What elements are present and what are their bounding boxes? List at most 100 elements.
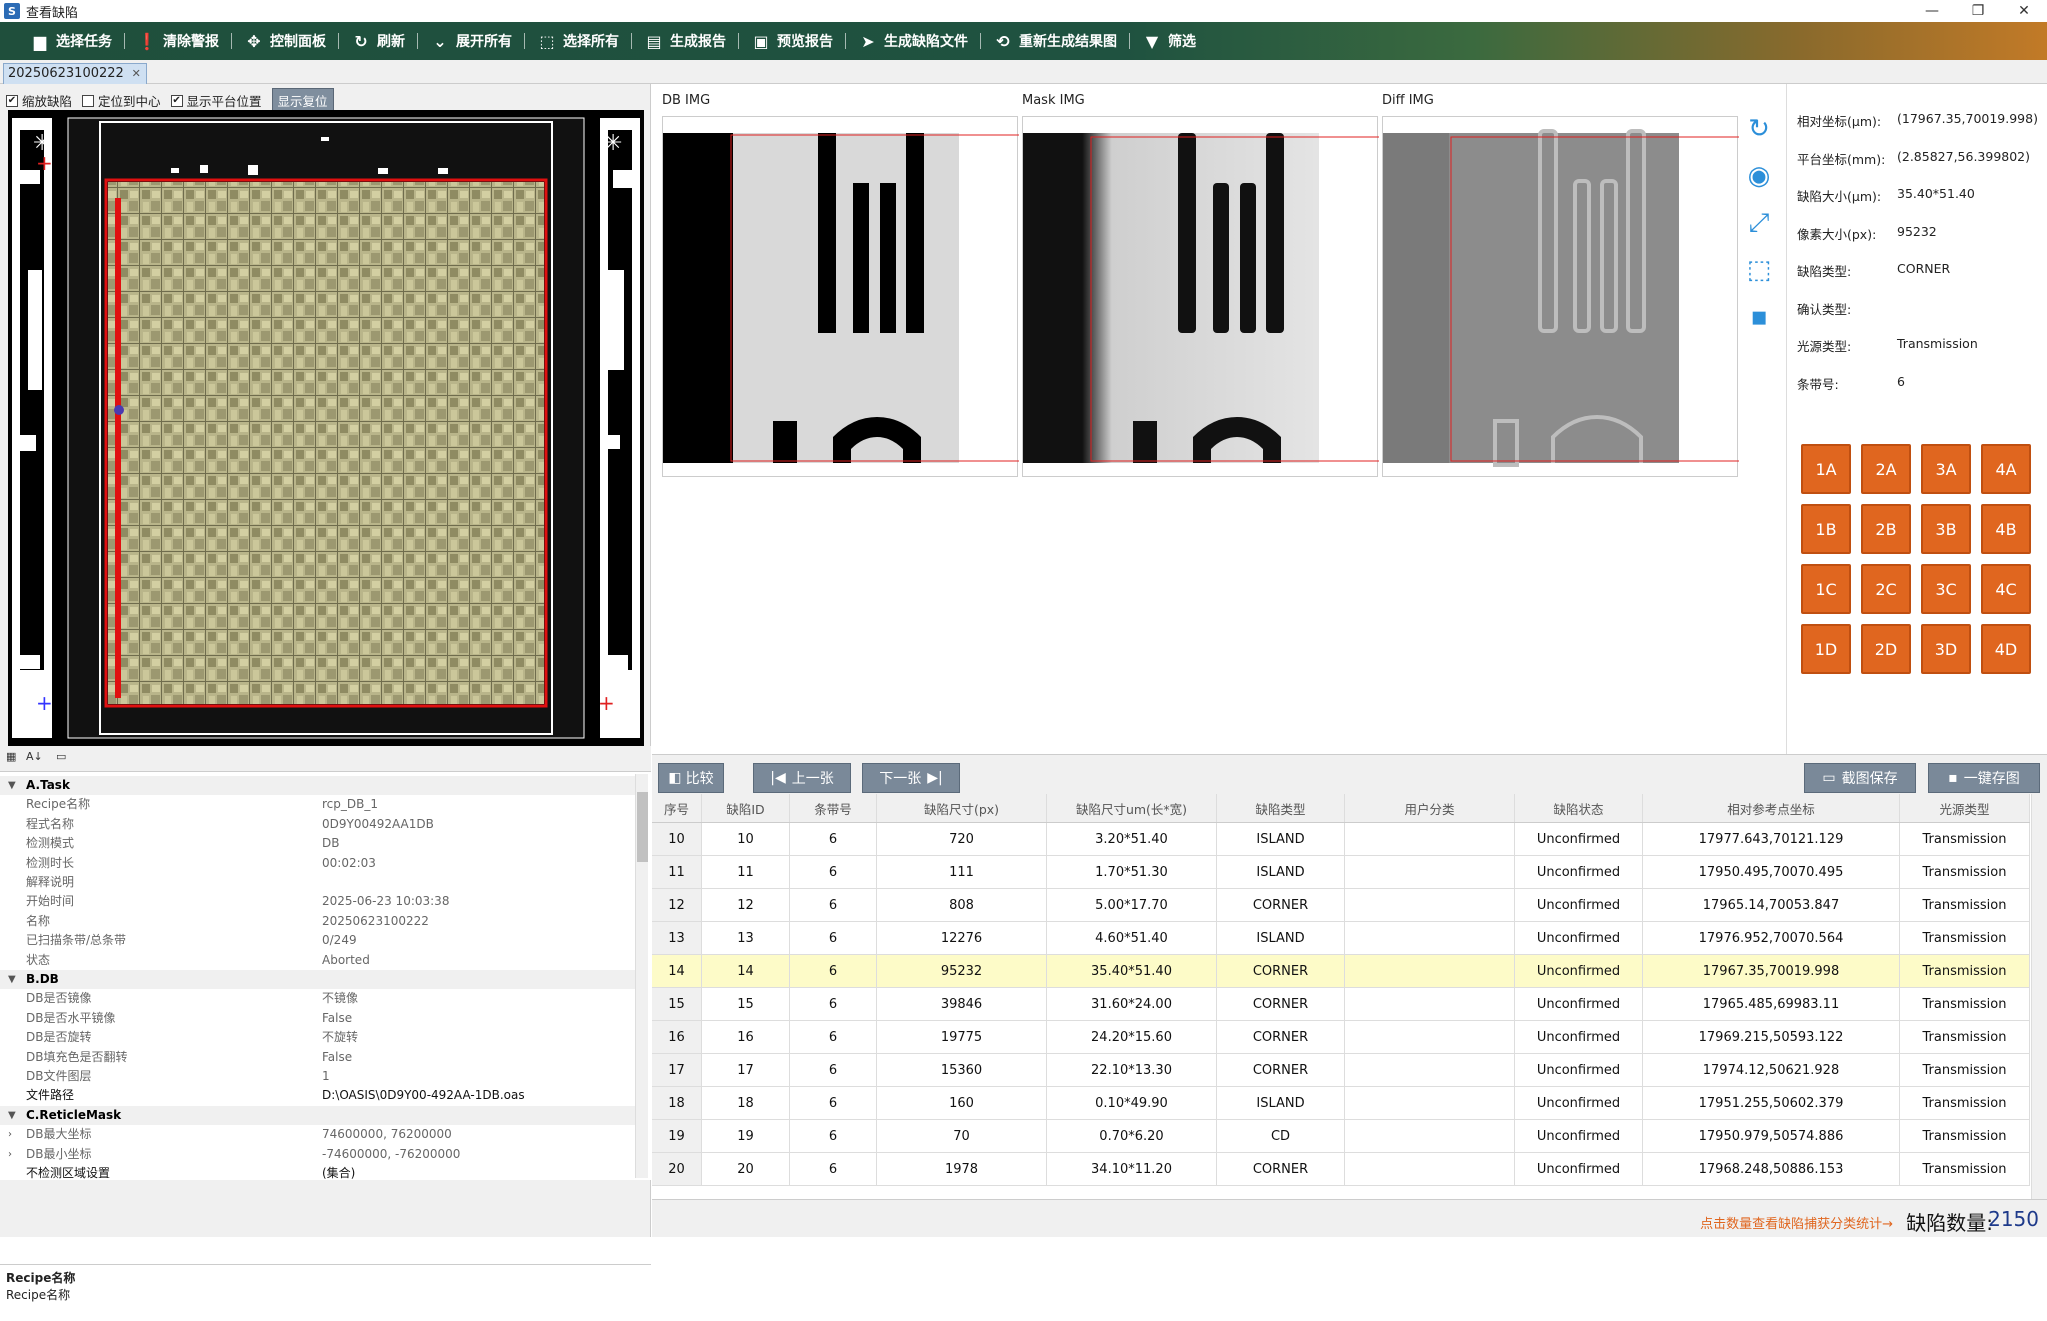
property-row[interactable]: 解释说明: [0, 873, 636, 892]
defect-table[interactable]: 序号 缺陷ID 条带号 缺陷尺寸(px) 缺陷尺寸um(长*宽) 缺陷类型 用户分类 缺陷状态…: [652, 794, 2030, 1199]
zoom-defect-checkbox[interactable]: ✔ 缩放缺陷: [6, 91, 72, 110]
mask-image-viewer[interactable]: [1022, 116, 1382, 477]
table-row[interactable]: 12 12 6 808 5.00*17.70 CORNER Unconfirmed 17965…: [652, 889, 2030, 922]
property-row[interactable]: 文件路径 D:\OASIS\0D9Y00-492AA-1DB.oas: [0, 1086, 636, 1105]
tab-close-icon[interactable]: ✕: [132, 64, 141, 84]
region-button-4c[interactable]: 4C: [1981, 564, 2031, 614]
region-button-2c[interactable]: 2C: [1861, 564, 1911, 614]
region-button-3b[interactable]: 3B: [1921, 504, 1971, 554]
property-row[interactable]: Recipe名称 rcp_DB_1: [0, 795, 636, 814]
region-button-4a[interactable]: 4A: [1981, 444, 2031, 494]
property-row[interactable]: 检测时长 00:02:03: [0, 854, 636, 873]
table-row[interactable]: 17 17 6 15360 22.10*13.30 CORNER Unconfirmed 17…: [652, 1054, 2030, 1087]
categorized-view-icon[interactable]: ▦: [6, 750, 24, 768]
property-grid[interactable]: ▼ A.Task Recipe名称 rcp_DB_1 程式名称 0D9Y00492AA1D…: [0, 772, 651, 1180]
region-button-1b[interactable]: 1B: [1801, 504, 1851, 554]
select-region-icon[interactable]: ⬚: [1744, 255, 1774, 285]
column-header[interactable]: 缺陷尺寸um(长*宽): [1047, 794, 1217, 822]
screenshot-save-button[interactable]: ▭ 截图保存: [1804, 763, 1916, 793]
table-row[interactable]: 13 13 6 12276 4.60*51.40 ISLAND Unconfirmed 179…: [652, 922, 2030, 955]
fit-screen-icon[interactable]: ⤢: [1744, 208, 1774, 238]
toolbar-button-send[interactable]: ➤ 生成缺陷文件: [846, 22, 980, 60]
column-header[interactable]: 缺陷状态: [1515, 794, 1643, 822]
table-row[interactable]: 16 16 6 19775 24.20*15.60 CORNER Unconfirmed 17…: [652, 1021, 2030, 1054]
toolbar-button-chevron-down[interactable]: ⌄ 展开所有: [418, 22, 524, 60]
collapse-icon[interactable]: ▼: [8, 776, 16, 795]
toolbar-button-image-regen[interactable]: ⟲ 重新生成结果图: [981, 22, 1129, 60]
property-row[interactable]: 状态 Aborted: [0, 951, 636, 970]
property-row[interactable]: 开始时间 2025-06-23 10:03:38: [0, 892, 636, 911]
diff-image-viewer[interactable]: [1382, 116, 1742, 477]
toolbar-button-control-panel[interactable]: ✥ 控制面板: [232, 22, 338, 60]
collapse-icon[interactable]: ▼: [8, 1106, 16, 1125]
scrollbar-thumb[interactable]: [637, 792, 648, 862]
property-category[interactable]: ▼ C.ReticleMask: [0, 1105, 636, 1125]
column-header[interactable]: 序号: [652, 794, 702, 822]
column-header[interactable]: 光源类型: [1900, 794, 2030, 822]
property-row[interactable]: DB是否旋转 不旋转: [0, 1028, 636, 1047]
region-button-3c[interactable]: 3C: [1921, 564, 1971, 614]
column-header[interactable]: 缺陷类型: [1217, 794, 1345, 822]
property-row[interactable]: › DB最小坐标 -74600000, -76200000: [0, 1145, 636, 1164]
save-all-images-button[interactable]: ▪ 一键存图: [1928, 763, 2040, 793]
toolbar-button-filter[interactable]: ▼ 筛选: [1130, 22, 1208, 60]
restore-button[interactable]: ❐: [1955, 0, 2001, 22]
toolbar-button-alert[interactable]: ❗ 清除警报: [125, 22, 231, 60]
property-row[interactable]: DB填充色是否翻转 False: [0, 1048, 636, 1067]
statistics-hint-link[interactable]: 点击数量查看缺陷捕获分类统计→: [1700, 1213, 1893, 1232]
property-category[interactable]: ▼ A.Task: [0, 776, 636, 795]
tab-task[interactable]: 20250623100222 ✕: [3, 63, 147, 84]
region-button-1d[interactable]: 1D: [1801, 624, 1851, 674]
property-scrollbar[interactable]: [635, 774, 648, 1178]
wafer-map[interactable]: ✳ ✳ + + +: [8, 110, 644, 746]
next-button[interactable]: 下一张 ▶|: [862, 763, 960, 793]
region-button-4b[interactable]: 4B: [1981, 504, 2031, 554]
column-header[interactable]: 缺陷尺寸(px): [877, 794, 1047, 822]
table-scrollbar[interactable]: [2031, 794, 2047, 1199]
save-icon[interactable]: ▪: [1744, 302, 1774, 332]
property-row[interactable]: DB文件图层 1: [0, 1067, 636, 1086]
toolbar-button-folder[interactable]: ▆ 选择任务: [18, 22, 124, 60]
region-button-1a[interactable]: 1A: [1801, 444, 1851, 494]
compare-button[interactable]: ◧ 比较: [658, 763, 724, 793]
property-category[interactable]: ▼ B.DB: [0, 970, 636, 989]
column-header[interactable]: 条带号: [790, 794, 877, 822]
minimize-button[interactable]: —: [1909, 0, 1955, 22]
refresh-image-icon[interactable]: ↻: [1744, 114, 1774, 144]
region-button-4d[interactable]: 4D: [1981, 624, 2031, 674]
property-row[interactable]: 程式名称 0D9Y00492AA1DB: [0, 815, 636, 834]
property-row[interactable]: DB是否镜像 不镜像: [0, 989, 636, 1008]
table-row[interactable]: 19 19 6 70 0.70*6.20 CD Unconfirmed 17950.979,5…: [652, 1120, 2030, 1153]
property-pages-icon[interactable]: ▭: [56, 750, 74, 768]
region-button-1c[interactable]: 1C: [1801, 564, 1851, 614]
toolbar-button-refresh[interactable]: ↻ 刷新: [339, 22, 417, 60]
property-row[interactable]: 已扫描条带/总条带 0/249: [0, 931, 636, 950]
toolbar-button-select-all[interactable]: ⬚ 选择所有: [525, 22, 631, 60]
property-row[interactable]: DB是否水平镜像 False: [0, 1009, 636, 1028]
defect-count-value[interactable]: 2150: [1988, 1207, 2039, 1231]
table-row[interactable]: 14 14 6 95232 35.40*51.40 CORNER Unconfirmed 17…: [652, 955, 2030, 988]
collapse-icon[interactable]: ▼: [8, 970, 16, 989]
toolbar-button-pdf[interactable]: ▣ 预览报告: [739, 22, 845, 60]
property-row[interactable]: 检测模式 DB: [0, 834, 636, 853]
toolbar-button-report[interactable]: ▤ 生成报告: [632, 22, 738, 60]
region-button-3a[interactable]: 3A: [1921, 444, 1971, 494]
table-row[interactable]: 20 20 6 1978 34.10*11.20 CORNER Unconfirmed 179…: [652, 1153, 2030, 1186]
table-row[interactable]: 18 18 6 160 0.10*49.90 ISLAND Unconfirmed 17951…: [652, 1087, 2030, 1120]
column-header[interactable]: 缺陷ID: [702, 794, 790, 822]
column-header[interactable]: 用户分类: [1345, 794, 1515, 822]
table-row[interactable]: 15 15 6 39846 31.60*24.00 CORNER Unconfirmed 17…: [652, 988, 2030, 1021]
expand-icon[interactable]: ›: [8, 1125, 12, 1144]
table-row[interactable]: 11 11 6 111 1.70*51.30 ISLAND Unconfirmed 17950…: [652, 856, 2030, 889]
close-button[interactable]: ✕: [2001, 0, 2047, 22]
region-button-2a[interactable]: 2A: [1861, 444, 1911, 494]
expand-icon[interactable]: ›: [8, 1145, 12, 1164]
column-header[interactable]: 相对参考点坐标: [1643, 794, 1900, 822]
palette-icon[interactable]: ◉: [1744, 161, 1774, 191]
region-button-3d[interactable]: 3D: [1921, 624, 1971, 674]
previous-button[interactable]: |◀ 上一张: [753, 763, 851, 793]
center-locate-checkbox[interactable]: 定位到中心: [82, 91, 161, 110]
property-row[interactable]: 不检测区域设置 (集合): [0, 1164, 636, 1180]
property-row[interactable]: 名称 20250623100222: [0, 912, 636, 931]
show-stage-position-checkbox[interactable]: ✔ 显示平台位置: [170, 91, 262, 110]
